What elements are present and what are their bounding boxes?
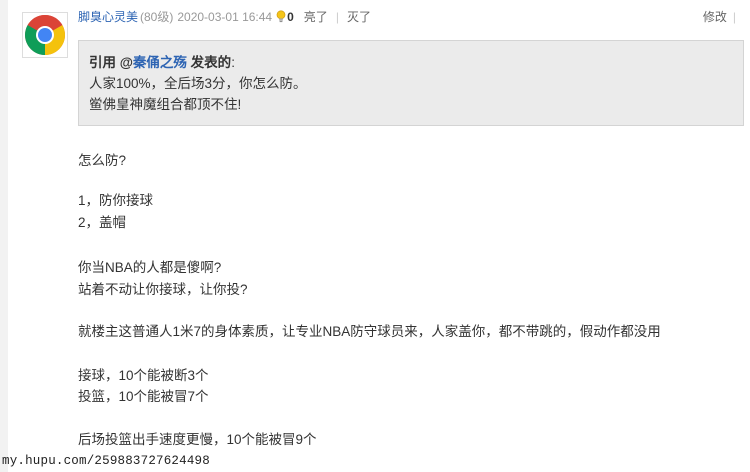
quote-suffix: 发表的	[186, 55, 232, 70]
quote-line: 人家100%，全后场3分，你怎么防。	[89, 76, 307, 91]
content-line: 就楼主这普通人1米7的身体素质，让专业NBA防守球员来，人家盖你，都不带跳的，假…	[78, 324, 661, 339]
light-count: 0	[287, 10, 294, 24]
post-header: 脚臭心灵美 (80级) 2020-03-01 16:44 0 亮了 | 灭了	[78, 8, 371, 26]
edit-button[interactable]: 修改	[703, 10, 727, 24]
user-level: (80级)	[140, 10, 174, 24]
dark-button[interactable]: 灭了	[347, 10, 371, 24]
quote-block: 引用 @秦俑之殇 发表的: 人家100%，全后场3分，你怎么防。 鲎佛皇神魔组合…	[78, 40, 744, 126]
avatar[interactable]	[22, 12, 68, 58]
quote-header: 引用 @秦俑之殇 发表的:	[89, 52, 743, 73]
post-timestamp: 2020-03-01 16:44	[177, 10, 273, 24]
post-actions: 修改 |	[703, 8, 742, 26]
light-button[interactable]: 亮了	[304, 10, 328, 24]
content-line: 接球，10个能被断3个	[78, 368, 209, 383]
quote-colon: :	[231, 55, 235, 70]
quote-line: 鲎佛皇神魔组合都顶不住!	[89, 97, 242, 112]
content-line: 1，防你接球	[78, 193, 154, 208]
content-line: 投篮，10个能被冒7个	[78, 389, 209, 404]
reply-post: 脚臭心灵美 (80级) 2020-03-01 16:44 0 亮了 | 灭了 修改 | 引用 …	[8, 0, 750, 472]
content-line: 站着不动让你接球，让你投?	[78, 282, 248, 297]
content-line: 你当NBA的人都是傻啊?	[78, 260, 222, 275]
header-divider: |	[335, 10, 339, 24]
quote-prefix: 引用 @	[89, 55, 133, 70]
content-line: 2，盖帽	[78, 215, 127, 230]
page-left-border	[0, 0, 8, 472]
username-link[interactable]: 脚臭心灵美	[78, 10, 138, 24]
actions-divider: |	[732, 10, 736, 24]
content-line: 后场投篮出手速度更慢，10个能被冒9个	[78, 432, 317, 447]
lightbulb-icon[interactable]	[276, 10, 286, 28]
quoted-user-link[interactable]: 秦俑之殇	[133, 55, 187, 70]
chrome-logo-icon	[25, 15, 65, 55]
source-watermark: my.hupu.com/259883727624498	[2, 454, 210, 468]
content-line: 怎么防?	[78, 153, 127, 168]
